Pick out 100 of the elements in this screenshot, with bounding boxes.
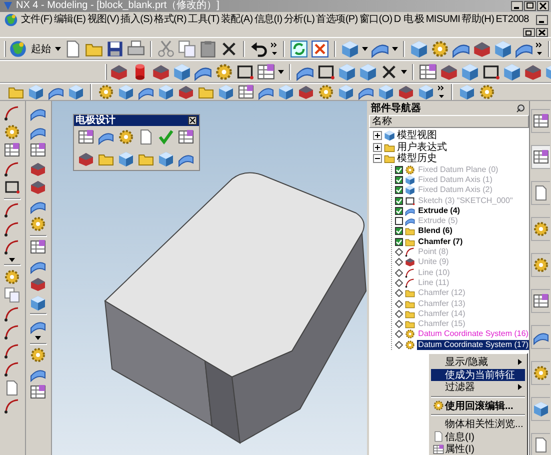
table-icon[interactable]: [533, 293, 550, 309]
feature-row[interactable]: Chamfer (7): [395, 236, 464, 247]
cube-icon[interactable]: [173, 62, 191, 80]
document-icon[interactable]: [533, 185, 550, 201]
gear-icon[interactable]: [405, 340, 416, 350]
minimize-icon[interactable]: [536, 15, 548, 25]
cube-icon[interactable]: [459, 84, 475, 100]
menu-item[interactable]: 工具(T): [188, 13, 220, 27]
refresh-icon[interactable]: [290, 40, 308, 58]
undo-icon[interactable]: [250, 40, 268, 58]
gear-icon[interactable]: [479, 84, 495, 100]
cube-icon[interactable]: [378, 84, 394, 100]
fit-view-icon[interactable]: [311, 40, 329, 58]
caret-icon[interactable]: [362, 46, 368, 50]
feature-row[interactable]: Blend (6): [395, 226, 454, 237]
menu-item[interactable]: 窗口(O): [359, 13, 392, 27]
menu-item[interactable]: 编辑(E): [54, 13, 86, 27]
caret-icon[interactable]: [278, 70, 284, 74]
menu-item[interactable]: 插入(S): [120, 13, 153, 27]
document-icon[interactable]: [4, 380, 20, 396]
menu-item[interactable]: 格式(R): [154, 13, 187, 27]
block-icon[interactable]: [473, 40, 491, 58]
gear-icon[interactable]: [118, 129, 134, 145]
gear-icon[interactable]: [98, 84, 114, 100]
tree-node[interactable]: 用户表达式: [373, 142, 530, 153]
curve-icon[interactable]: [4, 398, 20, 414]
start-button[interactable]: 起始: [30, 42, 52, 56]
menu-item[interactable]: 文件(F): [21, 13, 52, 27]
gear-icon[interactable]: [431, 40, 449, 58]
menu-item[interactable]: D 电: [394, 13, 413, 27]
gear-icon[interactable]: [533, 365, 550, 381]
graphics-viewport[interactable]: 电极设计: [52, 101, 368, 455]
cube-icon[interactable]: [118, 151, 134, 167]
table-icon[interactable]: [178, 129, 194, 145]
feature-row[interactable]: Datum Coordinate System (16): [395, 329, 530, 340]
cube-icon[interactable]: [68, 84, 84, 100]
document-icon[interactable]: [533, 437, 550, 453]
rectangle-icon[interactable]: [317, 62, 335, 80]
expand-icon[interactable]: [373, 131, 382, 140]
chevron-icon[interactable]: [438, 85, 445, 99]
cube-icon[interactable]: [338, 62, 356, 80]
rectangle-icon[interactable]: [482, 62, 500, 80]
cube-icon[interactable]: [410, 40, 428, 58]
clipboard-icon[interactable]: [199, 40, 217, 58]
curve-icon[interactable]: [4, 160, 20, 176]
curve-icon[interactable]: [4, 220, 20, 236]
checkbox[interactable]: [395, 227, 404, 236]
gear-icon[interactable]: [533, 257, 550, 273]
table-icon[interactable]: [432, 444, 444, 455]
cube-icon[interactable]: [461, 62, 479, 80]
table-icon[interactable]: [30, 239, 46, 255]
cube-icon[interactable]: [341, 40, 359, 58]
menu-item[interactable]: 分析(L): [284, 13, 315, 27]
gear-icon[interactable]: [4, 124, 20, 140]
menu-item[interactable]: MISUMI: [426, 13, 460, 27]
rectangle-icon[interactable]: [236, 62, 254, 80]
restore-icon[interactable]: [523, 28, 535, 37]
block-icon[interactable]: [152, 62, 170, 80]
cube-icon[interactable]: [338, 84, 354, 100]
menu-item[interactable]: 装配(A): [220, 13, 253, 27]
caret-icon[interactable]: [392, 46, 398, 50]
checkbox[interactable]: [395, 238, 404, 246]
copy-icon[interactable]: [178, 40, 196, 58]
table-icon[interactable]: [238, 84, 254, 100]
curve-icon[interactable]: [4, 239, 20, 255]
tree-node[interactable]: 模型历史: [373, 153, 530, 164]
menu-item[interactable]: 显示/隐藏: [431, 356, 525, 368]
curve-icon[interactable]: [4, 306, 20, 322]
cube-icon[interactable]: [384, 130, 396, 142]
table-icon[interactable]: [4, 142, 20, 158]
check-icon[interactable]: [158, 129, 174, 145]
globe-icon[interactable]: [9, 40, 27, 58]
document-icon[interactable]: [432, 431, 444, 442]
table-icon[interactable]: [533, 113, 550, 129]
menu-item[interactable]: 属性(I): [431, 443, 525, 455]
table-icon[interactable]: [419, 62, 437, 80]
gear-icon[interactable]: [4, 268, 20, 284]
caret-icon[interactable]: [401, 70, 407, 74]
gear-icon[interactable]: [432, 400, 444, 412]
printer-icon[interactable]: [127, 40, 145, 58]
close-icon[interactable]: [536, 28, 548, 37]
folder-icon[interactable]: [384, 153, 396, 164]
expand-icon[interactable]: [373, 142, 382, 152]
menu-item[interactable]: 使用回滚编辑...: [431, 400, 525, 412]
delete-icon[interactable]: [380, 62, 398, 80]
block-icon[interactable]: [398, 84, 414, 100]
caret-icon[interactable]: [55, 46, 61, 50]
menu-item[interactable]: 视图(V): [87, 13, 120, 27]
document-icon[interactable]: [64, 40, 82, 58]
cube-icon[interactable]: [28, 84, 44, 100]
caret-icon[interactable]: [35, 336, 42, 340]
gear-icon[interactable]: [318, 84, 334, 100]
gear-icon[interactable]: [30, 347, 46, 363]
save-icon[interactable]: [106, 40, 124, 58]
document-icon[interactable]: [138, 129, 154, 145]
menu-item[interactable]: 信息(I): [254, 13, 282, 27]
cube-icon[interactable]: [158, 84, 174, 100]
column-header[interactable]: 名称: [369, 115, 530, 128]
curve-icon[interactable]: [4, 342, 20, 358]
rectangle-icon[interactable]: [4, 179, 20, 195]
